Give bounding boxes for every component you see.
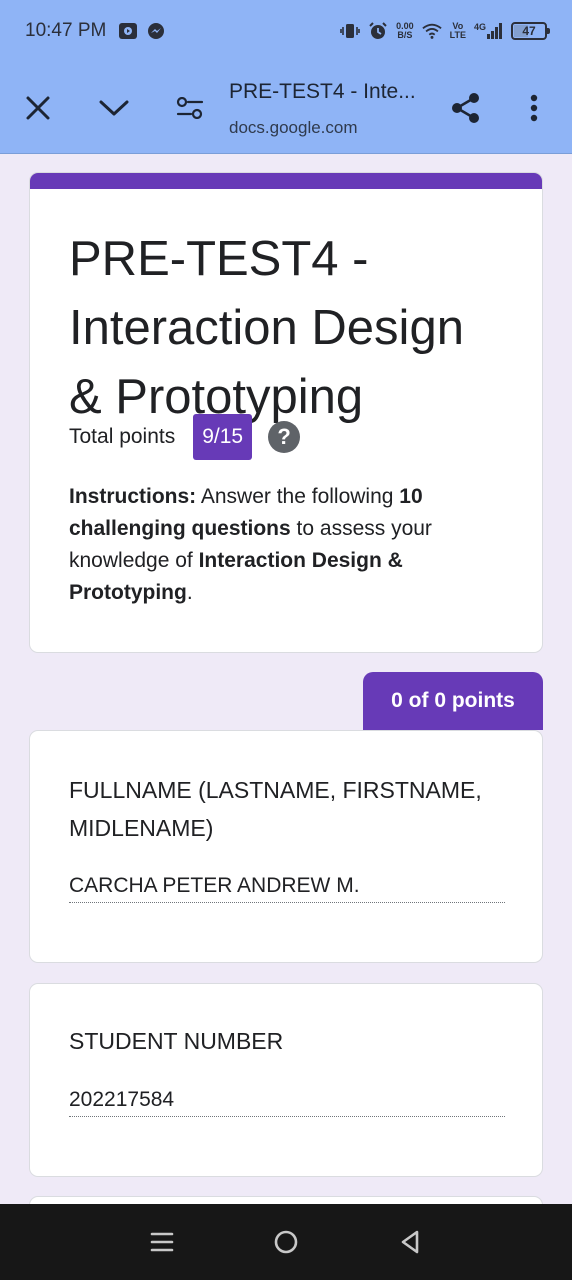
total-points-badge: 9/15 <box>193 414 253 460</box>
total-points-label: Total points <box>69 425 176 448</box>
help-icon[interactable]: ? <box>268 421 301 453</box>
instructions-label: Instructions: <box>69 485 197 508</box>
form-content: PRE-TEST4 - Interaction Design & Prototy… <box>0 155 572 1205</box>
system-nav-bar <box>0 1204 572 1280</box>
total-points-row: Total points 9/15 ? <box>69 414 301 460</box>
form-instructions: Instructions: Answer the following 10 ch… <box>69 481 499 609</box>
network-speed: 0.00 B/S <box>396 22 414 40</box>
battery-level: 47 <box>522 24 536 38</box>
question-card: FULLNAME (LASTNAME, FIRSTNAME, MIDLENAME… <box>29 730 543 963</box>
page-url[interactable]: docs.google.com <box>229 118 358 138</box>
share-icon <box>452 93 479 123</box>
status-time: 10:47 PM <box>25 20 107 41</box>
more-vert-icon <box>530 94 538 122</box>
messenger-icon <box>146 21 166 41</box>
home-circle-icon <box>274 1230 298 1254</box>
volte-bottom: LTE <box>449 30 466 40</box>
menu-icon <box>150 1232 174 1252</box>
close-icon <box>26 96 50 120</box>
back-button[interactable] <box>390 1222 430 1262</box>
question-answer: 202217584 <box>69 1088 505 1117</box>
battery-icon: 47 <box>511 22 550 40</box>
network-type: 4G <box>473 22 486 32</box>
signal-indicator: 4G <box>474 23 503 39</box>
status-bar: 10:47 PM 0.00 B/S Vo LTE 4G 47 <box>0 0 572 62</box>
home-button[interactable] <box>266 1222 306 1262</box>
volte-indicator: Vo LTE <box>450 22 466 40</box>
vibrate-icon <box>340 21 360 41</box>
alarm-icon <box>368 21 388 41</box>
browser-toolbar: PRE-TEST4 - Inte... docs.google.com <box>0 62 572 154</box>
media-notification-icon <box>118 21 138 41</box>
back-triangle-icon <box>401 1230 419 1254</box>
header-accent-bar <box>30 173 542 189</box>
instructions-text-1: Answer the following <box>196 485 400 508</box>
question-label: FULLNAME (LASTNAME, FIRSTNAME, MIDLENAME… <box>69 777 482 841</box>
page-info-button[interactable] <box>170 88 210 128</box>
signal-icon <box>487 23 502 39</box>
question-label: STUDENT NUMBER <box>69 1028 284 1054</box>
network-speed-unit: B/S <box>397 30 413 40</box>
question-answer: CARCHA PETER ANDREW M. <box>69 874 505 903</box>
more-options-button[interactable] <box>514 88 554 128</box>
form-title: PRE-TEST4 - Interaction Design & Prototy… <box>69 232 464 424</box>
wifi-icon <box>421 21 442 41</box>
tune-icon <box>176 97 204 119</box>
question-card: STUDENT NUMBER 202217584 <box>29 983 543 1177</box>
instructions-text-3: . <box>186 581 193 604</box>
close-button[interactable] <box>18 88 58 128</box>
chevron-down-icon <box>99 100 129 116</box>
section-score-tab: 0 of 0 points <box>363 672 543 730</box>
collapse-button[interactable] <box>94 88 134 128</box>
share-button[interactable] <box>446 88 486 128</box>
recent-apps-button[interactable] <box>142 1222 182 1262</box>
page-title[interactable]: PRE-TEST4 - Inte... <box>229 80 416 104</box>
form-header-card: PRE-TEST4 - Interaction Design & Prototy… <box>29 172 543 653</box>
